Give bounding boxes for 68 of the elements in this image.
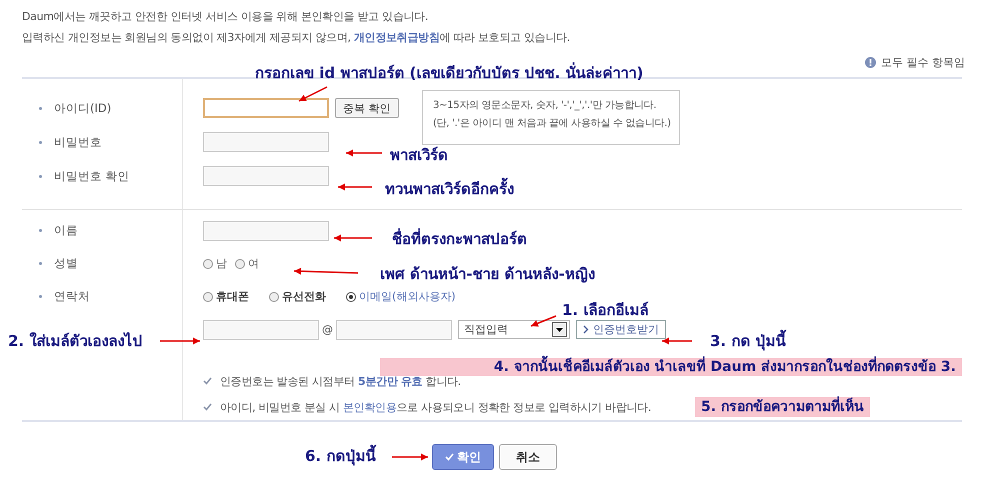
radio-button[interactable]: [269, 292, 279, 302]
bullet-icon: [39, 262, 42, 265]
arrow: [334, 234, 372, 242]
info-icon: [865, 56, 876, 68]
radio-button[interactable]: [203, 292, 213, 302]
arrow: [662, 338, 692, 344]
notice-text: 인증번호는 발송된 시점부터 5분간만 유효 합니다.: [220, 374, 461, 388]
radio-label: 여: [248, 256, 259, 271]
check-icon: [445, 453, 454, 461]
annotation-text: 4. จากนั้นเช็คอีเมล์ตัวเอง นำเลขที่ Daum ส่งมากรอกในช่องที่กดตรงข้อ 3.: [380, 358, 962, 376]
annotation-text: 6. กดปุ่มนี้: [305, 446, 376, 466]
tooltip-text: (단, '.'은 아이디 맨 처음과 끝에 사용하실 수 없습니다.): [433, 117, 669, 131]
arrow: [294, 268, 358, 275]
arrow: [392, 454, 428, 460]
radio-label: 남: [216, 256, 227, 271]
annotation-text: พาสเวิร์ด: [390, 145, 448, 165]
annotation-text: ชื่อที่ตรงกะพาสปอร์ต: [392, 229, 527, 249]
bullet-icon: [39, 174, 42, 178]
annotation-text: 2. ใส่เมล์ตัวเองลงไป: [8, 331, 142, 351]
bullet-icon: [39, 106, 42, 110]
bullet-icon: [39, 295, 42, 298]
annotation-text: ทวนพาสเวิร์ดอีกครั้ง: [385, 179, 514, 199]
check-icon: [203, 403, 212, 411]
email-input-field[interactable]: [203, 320, 319, 340]
cancel-button[interactable]: 취소: [499, 444, 557, 470]
input-field[interactable]: [203, 220, 329, 240]
notice-link[interactable]: 5분간만 유효: [358, 374, 422, 388]
radio-label: 이메일(해외사용자): [359, 289, 456, 304]
radio-button[interactable]: [346, 292, 356, 302]
bullet-icon: [39, 140, 42, 144]
radio-button[interactable]: [203, 258, 213, 268]
check-duplicate-button[interactable]: 중복 확인: [335, 98, 398, 118]
privacy-notice: 입력하신 개인정보는 회원님의 동의없이 제3자에게 제공되지 않으며, 개인정보취급방침에 따라 보호되고 있습니다.: [22, 30, 571, 45]
bullet-icon: [39, 229, 42, 232]
radio-label: 유선전화: [282, 289, 326, 304]
check-icon: [203, 377, 212, 385]
annotation-text: 1. เลือกอีเมล์: [562, 300, 648, 320]
at-sign: @: [322, 323, 333, 336]
privacy-policy-link[interactable]: 개인정보취급방침: [354, 31, 440, 44]
annotation-text: 3. กด ปุ่มนี้: [710, 331, 786, 351]
field-label: 연락처: [54, 289, 90, 304]
tooltip-text: 3~15자의 영문소문자, 숫자, '-','_','.'만 가능합니다.: [433, 99, 658, 113]
radio-label: 휴대폰: [216, 289, 249, 304]
input-field[interactable]: [203, 98, 329, 118]
annotation-text: 5. กรอกข้อความตามที่เห็น: [695, 397, 870, 417]
radio-button[interactable]: [235, 258, 245, 268]
field-label: 비밀번호 확인: [54, 168, 130, 184]
input-field[interactable]: [203, 166, 329, 186]
arrow: [160, 338, 200, 344]
input-field[interactable]: [203, 132, 329, 152]
arrow: [298, 86, 328, 102]
required-note: 모두 필수 항목임: [881, 54, 965, 70]
arrow: [346, 150, 382, 156]
request-code-button[interactable]: 인증번호받기: [576, 320, 666, 339]
intro-text: Daum에서는 깨끗하고 안전한 인터넷 서비스 이용을 위해 본인확인을 받고 있습니다.: [22, 9, 430, 24]
annotation-text: เพศ ด้านหน้า-ชาย ด้านหลัง-หญิง: [380, 264, 595, 284]
notice-text: 아이디, 비밀번호 분실 시 본인확인용으로 사용되오니 정확한 정보로 입력하시기 바랍니다.: [220, 400, 652, 414]
field-label: 성별: [54, 256, 78, 271]
notice-link[interactable]: 본인확인용: [342, 400, 396, 414]
arrow: [530, 315, 556, 327]
domain-input-field[interactable]: [336, 320, 452, 340]
field-label: 이름: [54, 223, 78, 238]
arrow: [338, 184, 372, 190]
field-label: 아이디(ID): [54, 100, 112, 116]
field-label: 비밀번호: [54, 134, 102, 150]
annotation-text: กรอกเลข id พาสปอร์ต (เลขเดียวกับบัตร ปชช. นั่นล่ะค่าาา): [255, 63, 644, 83]
domain-dropdown[interactable]: 직접입력: [458, 320, 570, 339]
chevron-icon: [583, 325, 589, 334]
